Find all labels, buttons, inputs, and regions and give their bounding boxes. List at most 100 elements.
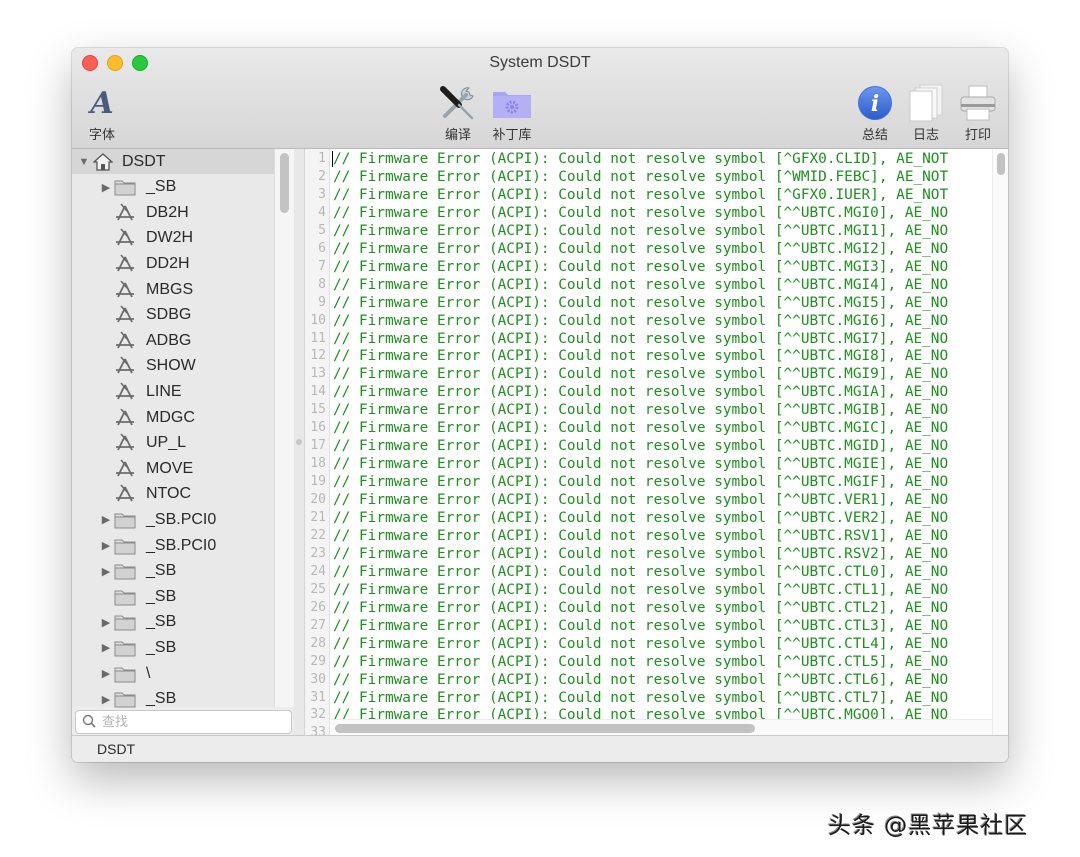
tree-item-label: MBGS (146, 280, 194, 298)
code-line[interactable]: // Firmware Error (ACPI): Could not reso… (333, 150, 948, 168)
code-line[interactable]: // Firmware Error (ACPI): Could not reso… (333, 294, 948, 312)
code-text-area[interactable]: // Firmware Error (ACPI): Could not reso… (331, 149, 990, 719)
code-line[interactable]: // Firmware Error (ACPI): Could not reso… (333, 491, 948, 509)
tree-item[interactable]: ▶ _SB.PCI0 (72, 533, 274, 558)
code-line[interactable]: // Firmware Error (ACPI): Could not reso… (333, 689, 948, 707)
status-bar: DSDT (72, 735, 1008, 762)
code-line[interactable]: // Firmware Error (ACPI): Could not reso… (333, 222, 948, 240)
log-button[interactable]: 日志 (904, 84, 948, 143)
code-editor[interactable]: 1 2 3 4 5 6 7 8 9 10 11 12 13 14 15 16 17 18 19 20 21 22 23 24 2… (305, 149, 1008, 740)
tree-item[interactable]: ▶ _SB (72, 559, 274, 584)
tree-item[interactable]: ADBG (72, 328, 274, 353)
tree-item-label: _SB (146, 613, 177, 631)
tree-item[interactable]: ▶ _SB (72, 687, 274, 712)
code-line[interactable]: // Firmware Error (ACPI): Could not reso… (333, 168, 948, 186)
code-line[interactable]: // Firmware Error (ACPI): Could not reso… (333, 204, 948, 222)
sidebar-scroll-thumb[interactable] (280, 153, 289, 213)
code-line[interactable]: // Firmware Error (ACPI): Could not reso… (333, 419, 948, 437)
method-icon (112, 253, 138, 275)
tree-item-label: UP_L (146, 434, 187, 452)
disclosure-collapsed-icon[interactable]: ▶ (100, 693, 112, 706)
summary-button[interactable]: i 总结 (854, 84, 896, 143)
disclosure-collapsed-icon[interactable]: ▶ (100, 513, 112, 526)
tree-item[interactable]: UP_L (72, 431, 274, 456)
code-line[interactable]: // Firmware Error (ACPI): Could not reso… (333, 527, 948, 545)
tree-root-dsdt[interactable]: ▼ DSDT (72, 149, 274, 174)
method-icon (112, 202, 138, 224)
tree-item[interactable]: NTOC (72, 482, 274, 507)
disclosure-expanded-icon[interactable]: ▼ (78, 156, 90, 168)
disclosure-collapsed-icon[interactable]: ▶ (100, 565, 112, 578)
tree-item-label: SHOW (146, 357, 196, 375)
print-label: 打印 (964, 128, 991, 143)
code-line[interactable]: // Firmware Error (ACPI): Could not reso… (333, 599, 948, 617)
code-line[interactable]: // Firmware Error (ACPI): Could not reso… (333, 312, 948, 330)
code-line[interactable]: // Firmware Error (ACPI): Could not reso… (333, 455, 948, 473)
tree-item[interactable]: _SB (72, 584, 274, 609)
code-line[interactable]: // Firmware Error (ACPI): Could not reso… (333, 671, 948, 689)
code-line[interactable]: // Firmware Error (ACPI): Could not reso… (333, 473, 948, 491)
home-icon (90, 151, 116, 173)
code-line[interactable]: // Firmware Error (ACPI): Could not reso… (333, 383, 948, 401)
sidebar-scrollbar[interactable] (274, 149, 295, 707)
compile-button[interactable]: 编译 (438, 84, 478, 143)
code-line[interactable]: // Firmware Error (ACPI): Could not reso… (333, 365, 948, 383)
tree-item[interactable]: MOVE (72, 456, 274, 481)
disclosure-collapsed-icon[interactable]: ▶ (100, 181, 112, 194)
tree-item[interactable]: ▶ _SB (72, 175, 274, 200)
line-number: 9 (318, 294, 326, 310)
pane-splitter[interactable] (294, 149, 305, 735)
patch-button[interactable]: 补丁库 (486, 84, 538, 143)
code-line[interactable]: // Firmware Error (ACPI): Could not reso… (333, 545, 948, 563)
tree-item[interactable]: SDBG (72, 303, 274, 328)
code-line[interactable]: // Firmware Error (ACPI): Could not reso… (333, 509, 948, 527)
editor-vertical-scroll-thumb[interactable] (997, 153, 1005, 175)
code-line[interactable]: // Firmware Error (ACPI): Could not reso… (333, 401, 948, 419)
search-icon (82, 714, 96, 733)
editor-horizontal-scrollbar[interactable] (331, 719, 992, 736)
code-line[interactable]: // Firmware Error (ACPI): Could not reso… (333, 437, 948, 455)
code-line[interactable]: // Firmware Error (ACPI): Could not reso… (333, 706, 948, 719)
disclosure-collapsed-icon[interactable]: ▶ (100, 667, 112, 680)
code-line[interactable]: // Firmware Error (ACPI): Could not reso… (333, 330, 948, 348)
line-number: 14 (310, 384, 326, 400)
tree-item[interactable]: DB2H (72, 200, 274, 225)
line-number-gutter: 1 2 3 4 5 6 7 8 9 10 11 12 13 14 15 16 17 18 19 20 21 22 23 24 2… (305, 149, 330, 740)
code-line[interactable]: // Firmware Error (ACPI): Could not reso… (333, 276, 948, 294)
method-icon (112, 304, 138, 326)
line-number: 13 (310, 366, 326, 382)
disclosure-collapsed-icon[interactable]: ▶ (100, 539, 112, 552)
search-field[interactable] (75, 710, 292, 734)
font-button[interactable]: A 字体 (84, 84, 120, 144)
disclosure-collapsed-icon[interactable]: ▶ (100, 616, 112, 629)
print-button[interactable]: 打印 (956, 84, 1000, 143)
code-line[interactable]: // Firmware Error (ACPI): Could not reso… (333, 347, 948, 365)
code-line[interactable]: // Firmware Error (ACPI): Could not reso… (333, 653, 948, 671)
editor-horizontal-scroll-thumb[interactable] (335, 724, 755, 733)
method-icon (112, 355, 138, 377)
tree-item-label: NTOC (146, 485, 192, 503)
code-line[interactable]: // Firmware Error (ACPI): Could not reso… (333, 186, 948, 204)
code-line[interactable]: // Firmware Error (ACPI): Could not reso… (333, 240, 948, 258)
tree-item[interactable]: ▶ _SB (72, 635, 274, 660)
tree-item[interactable]: SHOW (72, 354, 274, 379)
disclosure-collapsed-icon[interactable]: ▶ (100, 641, 112, 654)
tree-item[interactable]: ▶ _SB (72, 610, 274, 635)
tree-item[interactable]: LINE (72, 379, 274, 404)
line-number: 10 (310, 312, 326, 328)
search-input[interactable] (100, 713, 289, 732)
tree-item[interactable]: MBGS (72, 277, 274, 302)
code-line[interactable]: // Firmware Error (ACPI): Could not reso… (333, 581, 948, 599)
code-line[interactable]: // Firmware Error (ACPI): Could not reso… (333, 617, 948, 635)
editor-vertical-scrollbar[interactable] (992, 149, 1008, 735)
code-line[interactable]: // Firmware Error (ACPI): Could not reso… (333, 563, 948, 581)
tree-item[interactable]: DD2H (72, 251, 274, 276)
code-line[interactable]: // Firmware Error (ACPI): Could not reso… (333, 635, 948, 653)
tree-item[interactable]: ▶ _SB.PCI0 (72, 507, 274, 532)
code-line[interactable]: // Firmware Error (ACPI): Could not reso… (333, 258, 948, 276)
tree-item[interactable]: MDGC (72, 405, 274, 430)
splitter-handle[interactable] (296, 439, 302, 445)
tree-item-label: MDGC (146, 408, 195, 426)
tree-item[interactable]: ▶ \ (72, 661, 274, 686)
tree-item[interactable]: DW2H (72, 226, 274, 251)
